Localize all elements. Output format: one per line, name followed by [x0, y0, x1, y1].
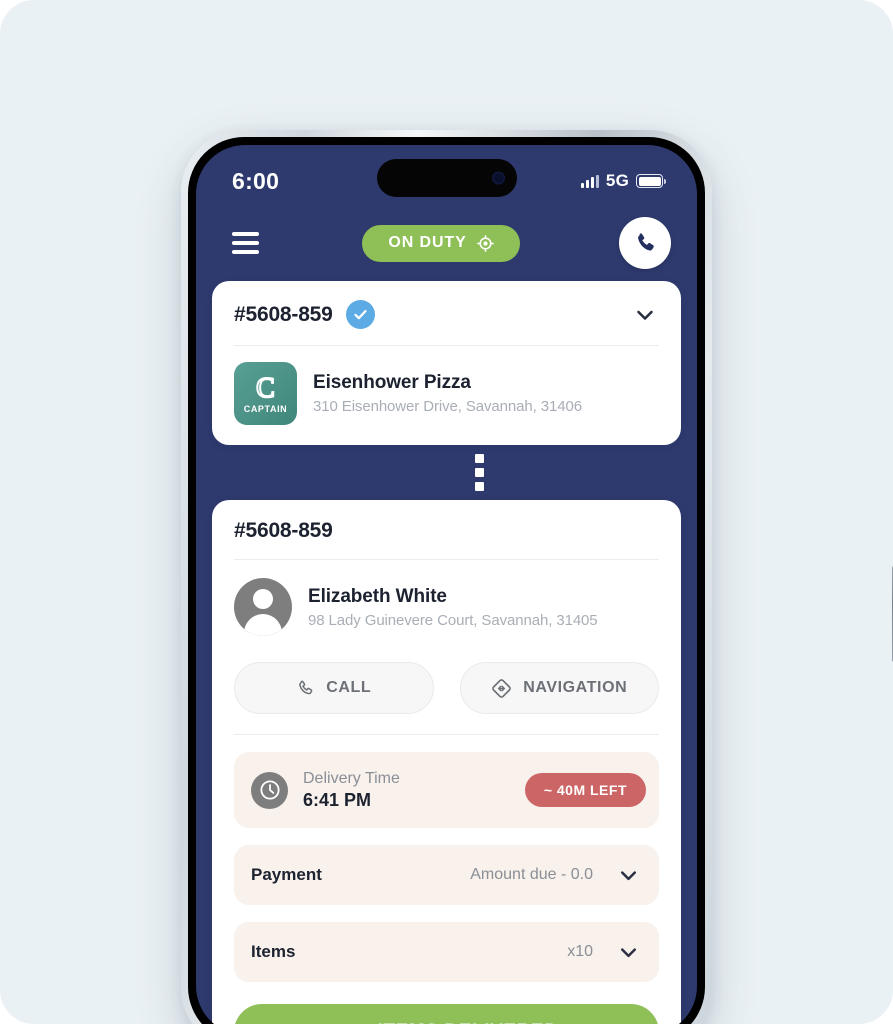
- payment-row[interactable]: Payment Amount due - 0.0: [234, 845, 659, 905]
- clock-icon: [251, 771, 288, 809]
- status-time: 6:00: [232, 167, 280, 194]
- dropoff-card-header: #5608-859: [212, 500, 681, 559]
- eta-badge: ~ 40M LEFT: [524, 773, 646, 807]
- customer-actions: CALL NAVIGATION: [212, 640, 681, 734]
- delivery-time-text: Delivery Time 6:41 PM: [303, 770, 400, 811]
- delivery-truck-icon: [334, 1020, 364, 1024]
- delivery-time-row[interactable]: Delivery Time 6:41 PM ~ 40M LEFT: [234, 752, 659, 828]
- phone-bezel: 6:00 5G ON DUTY #5608-859 C CAPTAIN Eise…: [188, 137, 705, 1024]
- call-button[interactable]: [619, 217, 671, 269]
- navigation-label: NAVIGATION: [523, 679, 628, 696]
- route-connector: [278, 445, 681, 500]
- pickup-place-text: Eisenhower Pizza 310 Eisenhower Drive, S…: [313, 372, 582, 415]
- customer-name: Elizabeth White: [308, 585, 447, 607]
- phone-icon: [299, 680, 313, 694]
- chevron-down-icon: [621, 947, 636, 957]
- on-duty-toggle[interactable]: ON DUTY: [362, 224, 520, 262]
- signal-bars-icon: [580, 174, 599, 188]
- clock-glyph: [259, 780, 280, 800]
- navigation-diamond-icon: [492, 678, 512, 698]
- customer-text: Elizabeth White 98 Lady Guinevere Court,…: [308, 586, 598, 629]
- navigation-button[interactable]: NAVIGATION: [459, 662, 659, 714]
- pickup-card: #5608-859 C CAPTAIN Eisenhower Pizza 310…: [212, 281, 681, 445]
- pickup-order-id: #5608-859: [234, 302, 333, 326]
- items-label: Items: [251, 942, 296, 961]
- payment-label: Payment: [251, 865, 322, 884]
- phone-screen: 6:00 5G ON DUTY #5608-859 C CAPTAIN Eise…: [196, 145, 697, 1024]
- check-glyph: [354, 309, 367, 320]
- items-value: x10: [567, 943, 593, 960]
- order-content: #5608-859 C CAPTAIN Eisenhower Pizza 310…: [196, 273, 697, 1024]
- pickup-expand-toggle[interactable]: [623, 301, 659, 329]
- pickup-place-row[interactable]: C CAPTAIN Eisenhower Pizza 310 Eisenhowe…: [212, 346, 681, 445]
- target-crosshair-icon: [476, 234, 494, 252]
- delivery-time-label: Delivery Time: [303, 769, 400, 787]
- app-header: ON DUTY: [196, 209, 697, 273]
- front-camera-icon: [491, 171, 505, 185]
- payment-value: Amount due - 0.0: [470, 866, 593, 883]
- chevron-down-icon: [637, 310, 653, 320]
- captain-logo-icon: C CAPTAIN: [234, 362, 297, 425]
- on-duty-label: ON DUTY: [388, 234, 467, 251]
- dropoff-order-id: #5608-859: [234, 519, 333, 542]
- hamburger-menu-icon[interactable]: [228, 228, 263, 258]
- customer-address: 98 Lady Guinevere Court, Savannah, 31405: [308, 611, 598, 629]
- actions-divider: [234, 734, 659, 735]
- captain-logo-word: CAPTAIN: [243, 404, 288, 414]
- pickup-place-name: Eisenhower Pizza: [313, 372, 471, 393]
- user-avatar-icon: [234, 578, 292, 636]
- battery-icon: [636, 174, 666, 188]
- phone-frame: 6:00 5G ON DUTY #5608-859 C CAPTAIN Eise…: [181, 130, 893, 1024]
- pickup-place-address: 310 Eisenhower Drive, Savannah, 31406: [313, 398, 582, 415]
- items-expand-toggle[interactable]: [607, 939, 642, 966]
- phone-icon: [637, 232, 654, 250]
- network-type-label: 5G: [605, 171, 629, 190]
- dynamic-island: [376, 159, 517, 197]
- delivery-time-value: 6:41 PM: [303, 789, 372, 810]
- payment-expand-toggle[interactable]: [607, 862, 642, 889]
- page-backdrop: 6:00 5G ON DUTY #5608-859 C CAPTAIN Eise…: [0, 0, 893, 1024]
- items-delivered-button[interactable]: ITEMS DELIVERED: [234, 1004, 659, 1024]
- pickup-card-header: #5608-859: [212, 281, 681, 345]
- captain-logo-letter: C: [255, 373, 276, 404]
- battery-fill: [638, 176, 661, 186]
- status-indicators: 5G: [580, 171, 666, 191]
- call-customer-button[interactable]: CALL: [234, 662, 434, 714]
- customer-row: Elizabeth White 98 Lady Guinevere Court,…: [212, 560, 681, 640]
- items-row[interactable]: Items x10: [234, 922, 659, 982]
- dropoff-card: #5608-859 Elizabeth White 98 Lady Guinev…: [212, 500, 681, 1024]
- status-bar: 6:00 5G: [196, 145, 697, 209]
- call-customer-label: CALL: [326, 679, 372, 696]
- chevron-down-icon: [621, 870, 636, 880]
- check-circle-icon: [345, 300, 375, 329]
